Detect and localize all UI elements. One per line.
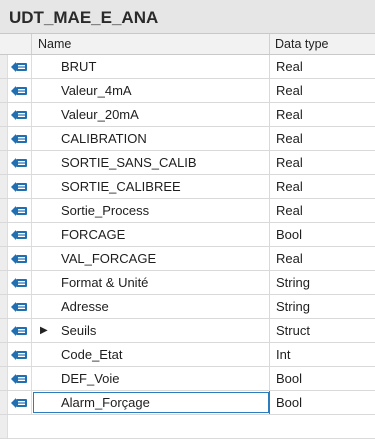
member-data-type[interactable]: Bool	[269, 391, 375, 414]
input-member-icon	[7, 175, 32, 198]
input-member-icon	[7, 247, 32, 270]
member-data-type[interactable]: String	[269, 271, 375, 294]
table-row[interactable]: Format & Unité String	[0, 271, 375, 295]
input-member-icon	[7, 55, 32, 78]
member-data-type[interactable]: Real	[269, 175, 375, 198]
member-data-type[interactable]: Bool	[269, 223, 375, 246]
add-new-row[interactable]	[0, 415, 375, 439]
column-header-name[interactable]: Name	[38, 34, 71, 54]
member-data-type[interactable]: Bool	[269, 367, 375, 390]
input-member-icon	[7, 199, 32, 222]
input-member-icon	[7, 271, 32, 294]
expand-arrow-icon[interactable]: ▶	[40, 319, 50, 342]
input-member-icon	[7, 343, 32, 366]
input-member-icon	[7, 103, 32, 126]
input-member-icon	[7, 151, 32, 174]
member-name[interactable]: SORTIE_SANS_CALIB	[61, 151, 197, 174]
member-name[interactable]: Valeur_4mA	[61, 79, 132, 102]
table-row[interactable]: CALIBRATION Real	[0, 127, 375, 151]
member-data-type[interactable]: Real	[269, 199, 375, 222]
header-corner	[0, 34, 32, 54]
member-name[interactable]: Code_Etat	[61, 343, 122, 366]
table-row[interactable]: VAL_FORCAGE Real	[0, 247, 375, 271]
member-name[interactable]: Sortie_Process	[61, 199, 149, 222]
table-row[interactable]: SORTIE_CALIBREE Real	[0, 175, 375, 199]
table-row[interactable]: Code_Etat Int	[0, 343, 375, 367]
member-data-type[interactable]: Struct	[269, 319, 375, 342]
member-table: Name Data type BRUT Real Valeur_4mA Real Val…	[0, 33, 375, 439]
input-member-icon	[7, 367, 32, 390]
member-name[interactable]: VAL_FORCAGE	[61, 247, 156, 270]
member-name[interactable]: Alarm_Forçage	[61, 391, 150, 414]
table-row[interactable]: Alarm_Forçage Bool	[0, 391, 375, 415]
member-data-type[interactable]: Real	[269, 151, 375, 174]
member-name[interactable]: FORCAGE	[61, 223, 125, 246]
member-name[interactable]: DEF_Voie	[61, 367, 120, 390]
input-member-icon	[7, 223, 32, 246]
member-name[interactable]: SORTIE_CALIBREE	[61, 175, 181, 198]
input-member-icon	[7, 127, 32, 150]
member-name[interactable]: BRUT	[61, 55, 96, 78]
member-name[interactable]: Format & Unité	[61, 271, 148, 294]
table-row[interactable]: Valeur_4mA Real	[0, 79, 375, 103]
member-name[interactable]: CALIBRATION	[61, 127, 147, 150]
input-member-icon	[7, 319, 32, 342]
window-title: UDT_MAE_E_ANA	[0, 0, 375, 33]
member-name[interactable]: Adresse	[61, 295, 109, 318]
table-row[interactable]: BRUT Real	[0, 55, 375, 79]
row-gutter[interactable]	[0, 415, 8, 438]
member-data-type[interactable]: Real	[269, 103, 375, 126]
member-data-type[interactable]: Real	[269, 247, 375, 270]
member-data-type[interactable]: Real	[269, 55, 375, 78]
column-header-data-type[interactable]: Data type	[269, 34, 375, 54]
table-row[interactable]: Sortie_Process Real	[0, 199, 375, 223]
input-member-icon	[7, 391, 32, 414]
table-header: Name Data type	[0, 33, 375, 55]
table-row[interactable]: Valeur_20mA Real	[0, 103, 375, 127]
table-row[interactable]: Adresse String	[0, 295, 375, 319]
member-name[interactable]: Seuils	[61, 319, 96, 342]
table-row[interactable]: DEF_Voie Bool	[0, 367, 375, 391]
member-data-type[interactable]: String	[269, 295, 375, 318]
member-name[interactable]: Valeur_20mA	[61, 103, 139, 126]
member-data-type[interactable]: Real	[269, 127, 375, 150]
table-row[interactable]: ▶ Seuils Struct	[0, 319, 375, 343]
table-row[interactable]: SORTIE_SANS_CALIB Real	[0, 151, 375, 175]
member-data-type[interactable]: Real	[269, 79, 375, 102]
input-member-icon	[7, 79, 32, 102]
table-row[interactable]: FORCAGE Bool	[0, 223, 375, 247]
input-member-icon	[7, 295, 32, 318]
member-data-type[interactable]: Int	[269, 343, 375, 366]
